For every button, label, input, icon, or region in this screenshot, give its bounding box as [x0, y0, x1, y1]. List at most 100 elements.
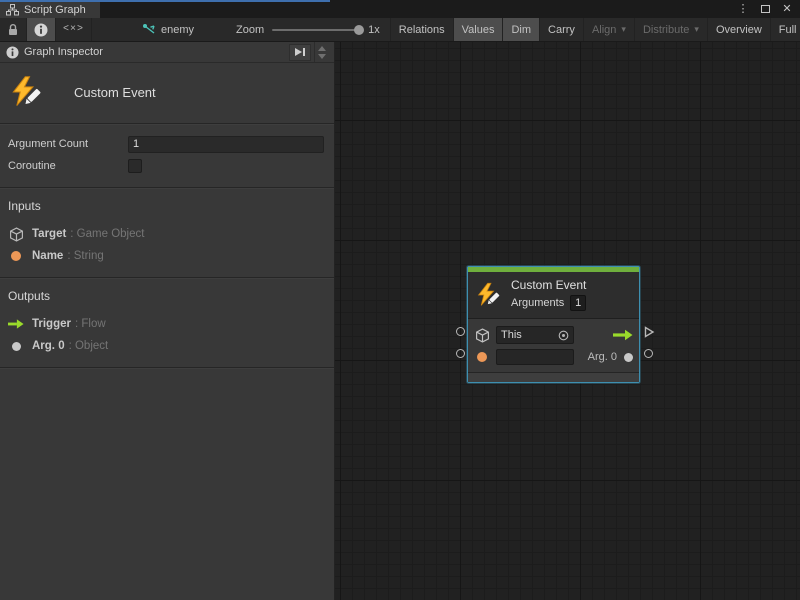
align-label: Align — [592, 24, 616, 36]
inspector-header: Graph Inspector — [0, 42, 334, 63]
coroutine-checkbox[interactable] — [128, 159, 142, 173]
properties-section: Argument Count 1 Coroutine — [0, 125, 334, 187]
graph-toolbar: <×> enemy Zoom 1x Relations Values Dim C… — [0, 18, 800, 42]
arguments-label: Arguments — [511, 297, 564, 309]
argument-count-label: Argument Count — [8, 138, 128, 150]
inspector-toggle-button[interactable] — [27, 18, 56, 41]
target-value: This — [501, 329, 554, 341]
port-type: : Flow — [75, 318, 106, 330]
dock-right-icon — [294, 47, 306, 57]
breadcrumb-label: enemy — [161, 24, 194, 36]
external-input-port[interactable] — [456, 327, 465, 336]
full-screen-button[interactable]: Full Screen — [771, 18, 800, 41]
node-title: Custom Event — [511, 278, 586, 292]
outputs-header: Outputs — [8, 289, 324, 303]
tab-title: Script Graph — [24, 4, 86, 16]
relations-button[interactable]: Relations — [391, 18, 454, 41]
target-port-row: This — [474, 324, 633, 346]
info-icon — [34, 23, 48, 37]
coroutine-label: Coroutine — [8, 160, 128, 172]
panel-scrollbar[interactable] — [314, 42, 328, 62]
output-item-trigger: Trigger : Flow — [8, 313, 324, 335]
external-flow-port[interactable] — [643, 326, 655, 338]
inspected-node-header: Custom Event — [0, 63, 334, 123]
dock-panel-button[interactable] — [289, 44, 311, 61]
window-tab-bar: Script Graph ⋮ ✕ — [0, 0, 800, 18]
zoom-control: Zoom 1x — [226, 18, 390, 41]
graph-inspector-panel: Graph Inspector — [0, 42, 335, 600]
external-output-port[interactable] — [644, 349, 653, 358]
zoom-value: 1x — [368, 24, 380, 36]
chevron-down-icon: ▾ — [694, 24, 699, 35]
lock-button[interactable] — [0, 18, 27, 41]
argument-count-row: Argument Count 1 — [8, 133, 324, 155]
inputs-section: Inputs Target : Game Object Name : Strin… — [0, 189, 334, 277]
breadcrumb[interactable]: enemy — [132, 18, 204, 41]
close-icon[interactable]: ✕ — [778, 1, 796, 16]
lock-icon — [7, 23, 19, 36]
arg0-port-icon[interactable] — [624, 353, 633, 362]
graph-canvas[interactable]: Custom Event Arguments 1 — [335, 42, 800, 600]
script-graph-asset-icon — [142, 23, 156, 36]
object-port-icon — [8, 342, 24, 351]
inspected-node-title: Custom Event — [74, 85, 156, 100]
distribute-button[interactable]: Distribute ▾ — [635, 18, 708, 41]
inputs-header: Inputs — [8, 199, 324, 213]
graph-hierarchy-icon — [6, 4, 19, 16]
output-item-arg0: Arg. 0 : Object — [8, 335, 324, 357]
window-controls: ⋮ ✕ — [734, 1, 796, 16]
custom-event-icon — [476, 282, 502, 308]
event-name-input[interactable] — [496, 349, 574, 365]
port-type: : String — [67, 250, 103, 262]
carry-button[interactable]: Carry — [540, 18, 584, 41]
external-input-port[interactable] — [456, 349, 465, 358]
info-icon — [6, 46, 19, 59]
cube-icon — [474, 328, 490, 343]
port-name: Trigger — [32, 318, 71, 330]
dim-button[interactable]: Dim — [503, 18, 540, 41]
node-header[interactable]: Custom Event Arguments 1 — [468, 272, 639, 318]
maximize-icon[interactable] — [756, 1, 774, 16]
string-port-icon — [8, 251, 24, 261]
input-item-name: Name : String — [8, 245, 324, 267]
custom-event-node[interactable]: Custom Event Arguments 1 — [468, 267, 639, 382]
port-type: : Game Object — [70, 228, 144, 240]
cube-icon — [8, 227, 24, 242]
port-name: Arg. 0 — [32, 340, 65, 352]
coroutine-row: Coroutine — [8, 155, 324, 177]
node-footer — [468, 372, 639, 382]
zoom-slider-handle[interactable] — [354, 25, 364, 35]
object-picker-icon — [558, 330, 569, 341]
distribute-label: Distribute — [643, 24, 689, 36]
arguments-count-field[interactable]: 1 — [570, 295, 586, 311]
section-divider — [0, 367, 334, 369]
argument-count-input[interactable]: 1 — [128, 136, 324, 153]
overview-button[interactable]: Overview — [708, 18, 771, 41]
target-object-picker[interactable]: This — [496, 326, 574, 344]
toolbar-right-group: Relations Values Dim Carry Align ▾ Distr… — [390, 18, 800, 41]
custom-event-icon — [10, 75, 44, 109]
zoom-label: Zoom — [236, 24, 264, 36]
menu-icon[interactable]: ⋮ — [734, 1, 752, 16]
string-port-icon — [474, 352, 490, 362]
argument-count-value: 1 — [133, 138, 139, 150]
node-body: This — [468, 319, 639, 372]
zoom-slider[interactable] — [272, 29, 360, 31]
trigger-flow-icon[interactable] — [613, 329, 633, 341]
outputs-section: Outputs Trigger : Flow Arg. 0 : Object — [0, 279, 334, 367]
chevron-down-icon: ▾ — [621, 24, 626, 35]
tab-script-graph[interactable]: Script Graph — [0, 2, 100, 18]
input-item-target: Target : Game Object — [8, 223, 324, 245]
port-type: : Object — [69, 340, 109, 352]
scroll-up-icon[interactable] — [318, 46, 326, 51]
arg0-label: Arg. 0 — [588, 351, 617, 363]
port-name: Target — [32, 228, 66, 240]
inspector-title: Graph Inspector — [24, 46, 103, 58]
name-port-row: Arg. 0 — [474, 346, 633, 368]
align-button[interactable]: Align ▾ — [584, 18, 635, 41]
code-preview-button[interactable]: <×> — [56, 18, 92, 41]
port-name: Name — [32, 250, 63, 262]
values-button[interactable]: Values — [454, 18, 504, 41]
scroll-down-icon[interactable] — [318, 54, 326, 59]
flow-arrow-icon — [8, 318, 24, 330]
